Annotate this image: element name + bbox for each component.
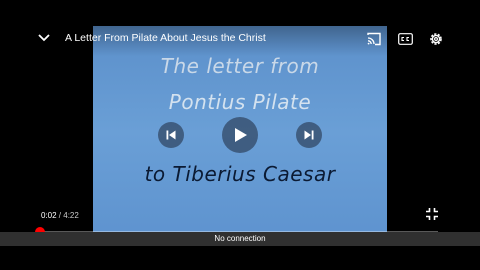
play-icon	[235, 128, 247, 142]
closed-captions-icon[interactable]	[398, 33, 413, 45]
player-top-bar	[0, 0, 480, 56]
gear-icon[interactable]	[428, 31, 444, 47]
slide-text-line-1: The letter from	[160, 54, 320, 78]
current-time: 0:02	[41, 211, 57, 220]
connection-status-text: No connection	[214, 234, 266, 243]
skip-next-icon	[304, 130, 314, 140]
connection-status-bar: No connection	[0, 232, 480, 246]
duration: 4:22	[63, 211, 79, 220]
video-title: A Letter From Pilate About Jesus the Chr…	[65, 32, 266, 44]
play-button[interactable]	[222, 117, 258, 153]
cast-icon[interactable]	[366, 31, 382, 47]
skip-previous-icon	[166, 130, 176, 140]
previous-video-button[interactable]	[158, 122, 184, 148]
time-display: 0:02 / 4:22	[41, 211, 79, 220]
exit-fullscreen-icon[interactable]	[425, 207, 439, 221]
chevron-down-icon[interactable]	[36, 30, 52, 46]
slide-text-line-2: Pontius Pilate	[168, 90, 312, 114]
slide-text-line-3: to Tiberius Caesar	[144, 162, 336, 186]
next-video-button[interactable]	[296, 122, 322, 148]
